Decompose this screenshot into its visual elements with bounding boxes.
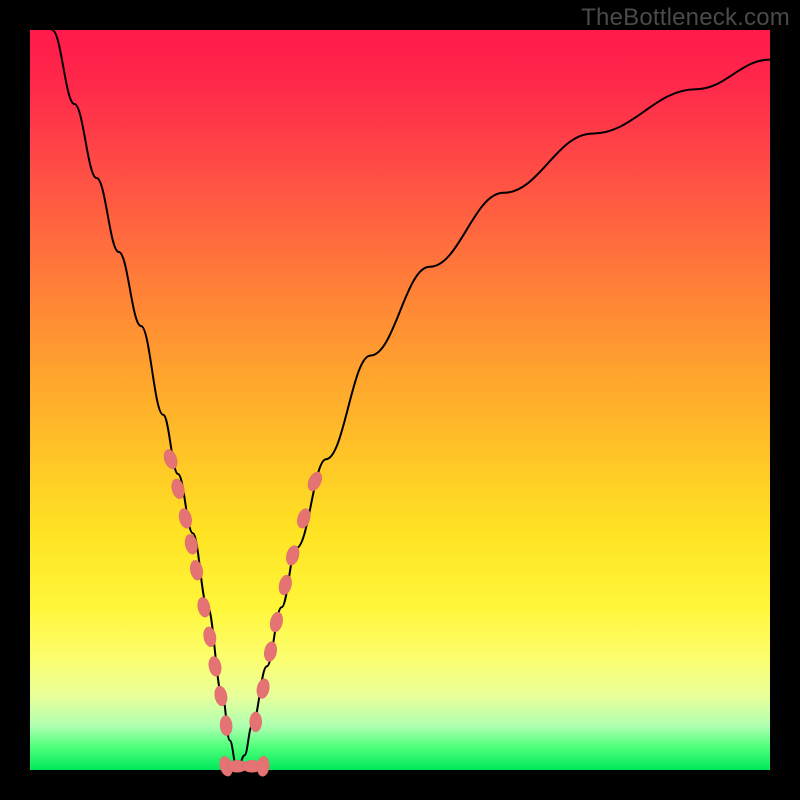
watermark-text: TheBottleneck.com (581, 4, 790, 32)
chart-overlay (30, 30, 770, 770)
highlight-beads-group (162, 448, 325, 778)
highlight-bead (250, 712, 262, 732)
highlight-bead (277, 574, 293, 596)
highlight-bead (213, 685, 228, 707)
highlight-bead (196, 596, 212, 618)
highlight-bead (305, 470, 324, 493)
highlight-bead (162, 448, 180, 471)
highlight-bead (268, 611, 284, 633)
highlight-bead (207, 655, 222, 677)
bottleneck-curve (52, 30, 770, 770)
highlight-bead (219, 715, 232, 736)
highlight-bead (255, 678, 271, 700)
highlight-bead (177, 507, 193, 529)
chart-frame: TheBottleneck.com (0, 0, 800, 800)
highlight-bead (263, 641, 279, 663)
highlight-bead (256, 756, 270, 777)
